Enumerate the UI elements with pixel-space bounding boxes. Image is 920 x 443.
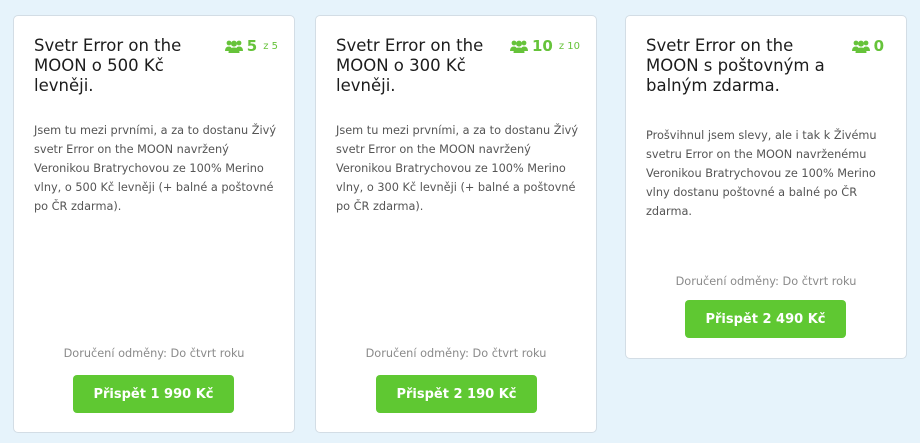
reward-title: Svetr Error on the MOON o 500 Kč levněji… <box>34 36 182 95</box>
contribute-button[interactable]: Přispět 1 990 Kč <box>73 375 234 413</box>
contribute-button[interactable]: Přispět 2 190 Kč <box>376 375 537 413</box>
reward-card: Svetr Error on the MOON o 500 Kč levněji… <box>13 15 295 433</box>
users-icon <box>509 40 528 53</box>
delivery-info: Doručení odměny: Do čtvrt roku <box>675 275 857 288</box>
backers-number: 0 <box>873 37 884 55</box>
backers-count: 0 <box>851 37 890 55</box>
reward-description: Jsem tu mezi prvními, a za to dostanu Ži… <box>34 124 277 213</box>
users-icon <box>851 40 870 53</box>
reward-card: Svetr Error on the MOON s poštovným a ba… <box>625 15 907 359</box>
reward-title: Svetr Error on the MOON o 300 Kč levněji… <box>336 36 484 95</box>
reward-description: Prošvihnul jsem slevy, ale i tak k Živém… <box>646 129 877 218</box>
backers-limit: z 10 <box>558 40 580 52</box>
users-icon <box>224 40 243 53</box>
delivery-info: Doručení odměny: Do čtvrt roku <box>63 347 245 360</box>
delivery-info: Doručení odměny: Do čtvrt roku <box>365 347 547 360</box>
backers-number: 10 <box>531 37 553 55</box>
reward-description: Jsem tu mezi prvními, a za to dostanu Ži… <box>336 124 579 213</box>
backers-number: 5 <box>246 37 258 55</box>
backers-limit: z 5 <box>263 40 278 52</box>
contribute-button[interactable]: Přispět 2 490 Kč <box>685 300 846 338</box>
backers-count: 5 z 5 <box>224 37 278 55</box>
reward-title: Svetr Error on the MOON s poštovným a ba… <box>646 36 825 95</box>
backers-count: 10 z 10 <box>509 37 580 55</box>
reward-card: Svetr Error on the MOON o 300 Kč levněji… <box>315 15 597 433</box>
